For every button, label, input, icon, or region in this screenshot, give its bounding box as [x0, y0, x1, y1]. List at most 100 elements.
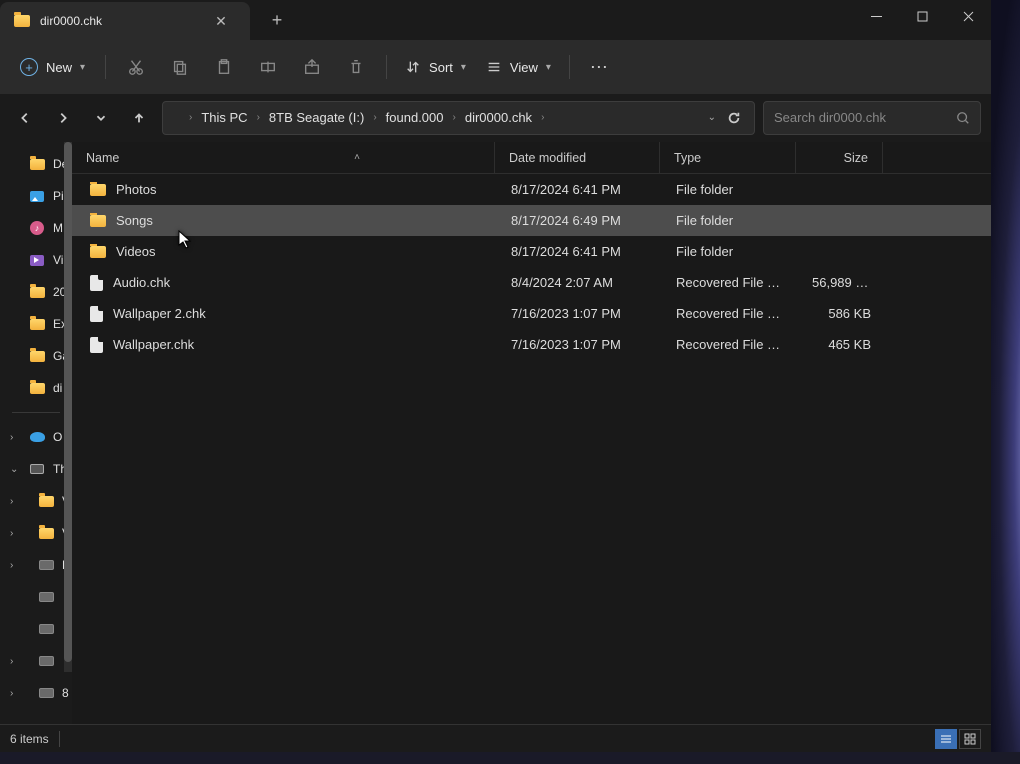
- tab-title: dir0000.chk: [40, 14, 196, 28]
- sidebar-item[interactable]: ›O: [0, 421, 72, 453]
- sidebar-item[interactable]: De: [0, 148, 72, 180]
- file-name: Wallpaper.chk: [113, 337, 194, 352]
- breadcrumb-segment[interactable]: 8TB Seagate (I:): [264, 108, 369, 127]
- sidebar-item[interactable]: ›: [0, 645, 72, 677]
- file-date: 7/16/2023 1:07 PM: [497, 337, 662, 352]
- rename-button[interactable]: [248, 47, 288, 87]
- chevron-right-icon: ›: [453, 112, 456, 123]
- breadcrumb-segment[interactable]: This PC: [196, 108, 252, 127]
- thumbnails-view-button[interactable]: [959, 729, 981, 749]
- active-tab[interactable]: dir0000.chk ✕: [0, 2, 250, 40]
- file-size: 465 KB: [798, 337, 885, 352]
- sidebar-item[interactable]: Vi: [0, 244, 72, 276]
- cloud-icon: [30, 432, 45, 442]
- file-name: Wallpaper 2.chk: [113, 306, 206, 321]
- sidebar-scrollbar[interactable]: [64, 142, 72, 672]
- sidebar-item[interactable]: [0, 613, 72, 645]
- column-header-name[interactable]: Name ˄: [72, 142, 495, 173]
- taskbar[interactable]: [0, 752, 1020, 764]
- paste-button[interactable]: [204, 47, 244, 87]
- sidebar-item[interactable]: ›V: [0, 517, 72, 549]
- share-button[interactable]: [292, 47, 332, 87]
- breadcrumb[interactable]: › This PC › 8TB Seagate (I:) › found.000…: [162, 101, 755, 135]
- file-row[interactable]: Wallpaper 2.chk7/16/2023 1:07 PMRecovere…: [72, 298, 991, 329]
- details-view-button[interactable]: [935, 729, 957, 749]
- folder-row[interactable]: Songs8/17/2024 6:49 PMFile folder: [72, 205, 991, 236]
- navigation-pane[interactable]: DePi♪MVi20ExGadi ›O⌄Th›V›V›L››8: [0, 142, 72, 724]
- sidebar-label: Pi: [53, 189, 64, 203]
- sort-label: Sort: [429, 60, 453, 75]
- chevron-down-icon: ▾: [80, 62, 85, 73]
- chevron-right-icon: ›: [257, 112, 260, 123]
- sidebar-item[interactable]: [0, 581, 72, 613]
- column-header-type[interactable]: Type: [660, 142, 796, 173]
- maximize-button[interactable]: [899, 0, 945, 32]
- file-list-area: Name ˄ Date modified Type Size Photos8/1…: [72, 142, 991, 724]
- column-header-size[interactable]: Size: [796, 142, 883, 173]
- close-button[interactable]: [945, 0, 991, 32]
- toolbar: + New ▾ Sort ▾ View ▾ ⋯: [0, 40, 991, 94]
- folder-row[interactable]: Videos8/17/2024 6:41 PMFile folder: [72, 236, 991, 267]
- chevron-down-icon[interactable]: ⌄: [708, 112, 716, 123]
- tab-close-button[interactable]: ✕: [206, 6, 236, 36]
- sidebar-item[interactable]: ⌄Th: [0, 453, 72, 485]
- view-button[interactable]: View ▾: [478, 53, 559, 81]
- sidebar-label: di: [53, 381, 62, 395]
- sidebar-item[interactable]: ›L: [0, 549, 72, 581]
- cut-button[interactable]: [116, 47, 156, 87]
- file-date: 7/16/2023 1:07 PM: [497, 306, 662, 321]
- recent-button[interactable]: [86, 103, 116, 133]
- more-button[interactable]: ⋯: [580, 47, 620, 87]
- refresh-button[interactable]: [722, 106, 746, 130]
- file-row[interactable]: Audio.chk8/4/2024 2:07 AMRecovered File …: [72, 267, 991, 298]
- new-button[interactable]: + New ▾: [10, 52, 95, 82]
- file-row[interactable]: Wallpaper.chk7/16/2023 1:07 PMRecovered …: [72, 329, 991, 360]
- folder-icon: [30, 287, 45, 298]
- drive-icon: [39, 624, 54, 634]
- search-input[interactable]: [774, 110, 956, 125]
- up-button[interactable]: [124, 103, 154, 133]
- drive-icon: [39, 592, 54, 602]
- expand-caret-icon[interactable]: ›: [10, 656, 13, 667]
- breadcrumb-segment[interactable]: found.000: [381, 108, 449, 127]
- sidebar-item[interactable]: ›8: [0, 677, 72, 709]
- sidebar-item[interactable]: 20: [0, 276, 72, 308]
- sidebar-label: O: [53, 430, 62, 444]
- expand-caret-icon[interactable]: ›: [10, 560, 13, 571]
- expand-caret-icon[interactable]: ›: [10, 528, 13, 539]
- sidebar-item[interactable]: ›V: [0, 485, 72, 517]
- forward-button[interactable]: [48, 103, 78, 133]
- sidebar-item[interactable]: di: [0, 372, 72, 404]
- file-name: Audio.chk: [113, 275, 170, 290]
- expand-caret-icon[interactable]: ›: [10, 688, 13, 699]
- sidebar-item[interactable]: Pi: [0, 180, 72, 212]
- vid-icon: [30, 255, 44, 266]
- folder-icon: [90, 246, 106, 258]
- drive-icon: [39, 688, 54, 698]
- new-tab-button[interactable]: +: [262, 5, 292, 35]
- chevron-down-icon: ▾: [461, 62, 466, 73]
- file-icon: [90, 306, 103, 322]
- minimize-button[interactable]: [853, 0, 899, 32]
- back-button[interactable]: [10, 103, 40, 133]
- sidebar-label: 8: [62, 686, 69, 700]
- delete-button[interactable]: [336, 47, 376, 87]
- search-box[interactable]: [763, 101, 981, 135]
- sidebar-label: Vi: [53, 253, 63, 267]
- sidebar-label: M: [53, 221, 63, 235]
- expand-caret-icon[interactable]: ⌄: [10, 464, 18, 475]
- drive-icon: [39, 656, 54, 666]
- pc-icon: [30, 464, 44, 474]
- sidebar-item[interactable]: Ga: [0, 340, 72, 372]
- expand-caret-icon[interactable]: ›: [10, 432, 13, 443]
- sidebar-item[interactable]: Ex: [0, 308, 72, 340]
- column-header-date[interactable]: Date modified: [495, 142, 660, 173]
- sort-button[interactable]: Sort ▾: [397, 53, 474, 81]
- folder-icon: [171, 112, 185, 123]
- copy-button[interactable]: [160, 47, 200, 87]
- file-type: File folder: [662, 182, 798, 197]
- sidebar-item[interactable]: ♪M: [0, 212, 72, 244]
- folder-row[interactable]: Photos8/17/2024 6:41 PMFile folder: [72, 174, 991, 205]
- breadcrumb-segment[interactable]: dir0000.chk: [460, 108, 537, 127]
- expand-caret-icon[interactable]: ›: [10, 496, 13, 507]
